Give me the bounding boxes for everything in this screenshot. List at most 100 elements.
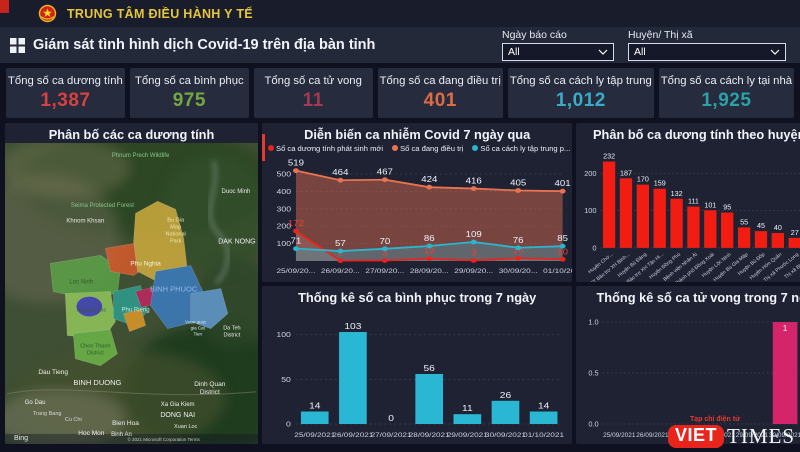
svg-text:28/09/20...: 28/09/20... bbox=[410, 267, 449, 275]
svg-text:Seima Protected Forest: Seima Protected Forest bbox=[71, 203, 135, 209]
stat-value: 1,012 bbox=[556, 90, 606, 112]
svg-text:25/09/20...: 25/09/20... bbox=[276, 267, 315, 275]
vietnam-emblem-icon bbox=[38, 4, 57, 23]
stat-label: Tổng số ca bình phục bbox=[135, 75, 244, 87]
svg-text:25/09/2021: 25/09/2021 bbox=[603, 432, 636, 439]
stat-value: 401 bbox=[424, 90, 457, 112]
report-date-select[interactable]: All bbox=[502, 43, 614, 61]
svg-text:500: 500 bbox=[277, 170, 292, 178]
stat-card-recovered: Tổng số ca bình phục 975 bbox=[130, 68, 249, 118]
svg-text:27/09/20...: 27/09/20... bbox=[365, 267, 404, 275]
app-header: TRUNG TÂM ĐIỀU HÀNH Y TẾ bbox=[0, 0, 800, 27]
svg-text:400: 400 bbox=[277, 188, 292, 196]
stat-cards: Tổng số ca dương tính 1,387 Tổng số ca b… bbox=[0, 63, 800, 121]
stat-value: 11 bbox=[303, 90, 324, 112]
recovered-bar-chart: 0501001425/09/202110326/09/2021027/09/20… bbox=[262, 306, 572, 442]
legend-item: Số ca đang điều trị bbox=[392, 144, 463, 153]
svg-text:170: 170 bbox=[637, 177, 649, 184]
svg-text:gia Cat: gia Cat bbox=[191, 326, 206, 331]
stat-value: 975 bbox=[173, 90, 206, 112]
deaths-bar-chart: 0.00.51.025/09/202126/09/202127/09/20212… bbox=[576, 306, 800, 442]
district-value: All bbox=[634, 46, 646, 58]
filters: Ngày báo cáo All Huyện/ Thị xã All bbox=[502, 29, 790, 61]
svg-text:519: 519 bbox=[288, 158, 304, 167]
chevron-down-icon bbox=[598, 49, 608, 55]
scroll-accent bbox=[262, 134, 265, 161]
svg-text:Khnom Khsan: Khnom Khsan bbox=[66, 218, 104, 224]
trend-panel: Diễn biến ca nhiễm Covid 7 ngày qua Số c… bbox=[262, 123, 572, 282]
svg-text:29/09/2021: 29/09/2021 bbox=[447, 430, 488, 438]
svg-text:Cu Chi: Cu Chi bbox=[65, 417, 82, 423]
recovered-panel: Thống kê số ca bình phục trong 7 ngày 05… bbox=[262, 286, 572, 445]
svg-text:District: District bbox=[200, 389, 220, 396]
stat-card-quarantine-home: Tổng số ca cách ly tại nhà 1,925 bbox=[659, 68, 794, 118]
svg-text:101: 101 bbox=[705, 202, 717, 209]
svg-text:Chon Thanh: Chon Thanh bbox=[80, 344, 110, 350]
stat-card-treating: Tổng số ca đang điều trị 401 bbox=[378, 68, 503, 118]
page-title: Giám sát tình hình dịch Covid-19 trên đị… bbox=[33, 37, 375, 53]
dashboard-body: Phân bố các ca dương tính bbox=[0, 121, 800, 448]
legend-item: Số ca dương tính phát sinh mới bbox=[268, 144, 383, 153]
svg-text:Bien Hoa: Bien Hoa bbox=[112, 420, 139, 427]
stat-label: Tổng số ca cách ly tại nhà bbox=[661, 75, 792, 87]
stat-value: 1,925 bbox=[701, 90, 751, 112]
svg-text:Tien: Tien bbox=[193, 332, 202, 337]
svg-text:200: 200 bbox=[585, 169, 597, 178]
org-title: TRUNG TÂM ĐIỀU HÀNH Y TẾ bbox=[67, 7, 253, 21]
svg-text:26/09/2021: 26/09/2021 bbox=[637, 432, 670, 439]
svg-text:405: 405 bbox=[510, 178, 526, 187]
deaths-title: Thống kê số ca tử vong trong 7 ngày bbox=[576, 286, 800, 306]
legend-dot-icon bbox=[472, 145, 478, 151]
stat-value: 1,387 bbox=[40, 90, 90, 112]
svg-text:0: 0 bbox=[388, 412, 394, 422]
flag-corner bbox=[0, 0, 9, 13]
svg-text:424: 424 bbox=[421, 175, 437, 184]
svg-text:100: 100 bbox=[276, 330, 291, 338]
svg-text:Map: Map bbox=[170, 224, 181, 230]
svg-text:Bing: Bing bbox=[14, 435, 28, 442]
svg-text:Trang Bang: Trang Bang bbox=[33, 411, 62, 417]
svg-text:86: 86 bbox=[424, 234, 435, 243]
svg-text:95: 95 bbox=[724, 205, 732, 212]
svg-text:DONG NAI: DONG NAI bbox=[160, 412, 195, 419]
svg-text:District: District bbox=[223, 333, 240, 339]
svg-text:172: 172 bbox=[288, 219, 304, 228]
district-bar-chart: 0100200232Huyện Chơ...187TT Bảo trợ XH B… bbox=[576, 143, 800, 282]
district-panel: Phân bố ca dương tính theo huyện thị 010… bbox=[576, 123, 800, 282]
middle-column: Diễn biến ca nhiễm Covid 7 ngày qua Số c… bbox=[262, 123, 572, 444]
svg-text:01/10/2021: 01/10/2021 bbox=[523, 430, 564, 438]
stat-card-deaths: Tổng số ca tử vong 11 bbox=[254, 68, 373, 118]
svg-text:Loc Ninh: Loc Ninh bbox=[69, 279, 93, 285]
district-title: Phân bố ca dương tính theo huyện thị bbox=[576, 123, 800, 143]
svg-text:National: National bbox=[166, 231, 186, 237]
legend-dot-icon bbox=[268, 145, 274, 151]
svg-text:1.0: 1.0 bbox=[589, 317, 599, 326]
report-date-label: Ngày báo cáo bbox=[502, 29, 614, 41]
svg-text:0.0: 0.0 bbox=[589, 419, 599, 428]
trend-title: Diễn biến ca nhiễm Covid 7 ngày qua bbox=[262, 123, 572, 143]
svg-text:Hoc Mon: Hoc Mon bbox=[78, 430, 104, 437]
svg-text:DAK NONG: DAK NONG bbox=[218, 238, 255, 245]
svg-text:BINH PHUOC: BINH PHUOC bbox=[150, 284, 198, 293]
dashboard-toolbar: Giám sát tình hình dịch Covid-19 trên đị… bbox=[0, 27, 800, 63]
svg-text:85: 85 bbox=[557, 234, 568, 243]
grid-icon bbox=[10, 38, 25, 53]
svg-text:Xom An Loc: Xom An Loc bbox=[76, 308, 106, 314]
bing-map[interactable]: Phnum Prech WildlifeDuoc MinhSeima Prote… bbox=[5, 143, 258, 444]
svg-text:27/09/2021: 27/09/2021 bbox=[670, 432, 703, 439]
district-select[interactable]: All bbox=[628, 43, 786, 61]
stat-label: Tổng số ca dương tính bbox=[8, 75, 123, 87]
svg-text:109: 109 bbox=[466, 230, 482, 239]
legend-dot-icon bbox=[392, 145, 398, 151]
svg-text:300: 300 bbox=[277, 205, 292, 213]
district-label: Huyện/ Thị xã bbox=[628, 29, 786, 41]
svg-text:70: 70 bbox=[379, 237, 390, 246]
svg-text:Dinh Quan: Dinh Quan bbox=[194, 381, 226, 388]
legend-item: Số ca cách ly tập trung p... bbox=[472, 144, 570, 153]
svg-text:57: 57 bbox=[335, 239, 346, 248]
chevron-down-icon bbox=[770, 49, 780, 55]
svg-text:232: 232 bbox=[603, 154, 615, 161]
svg-text:187: 187 bbox=[620, 170, 632, 177]
svg-text:416: 416 bbox=[466, 176, 482, 185]
svg-text:26/09/2021: 26/09/2021 bbox=[332, 430, 373, 438]
